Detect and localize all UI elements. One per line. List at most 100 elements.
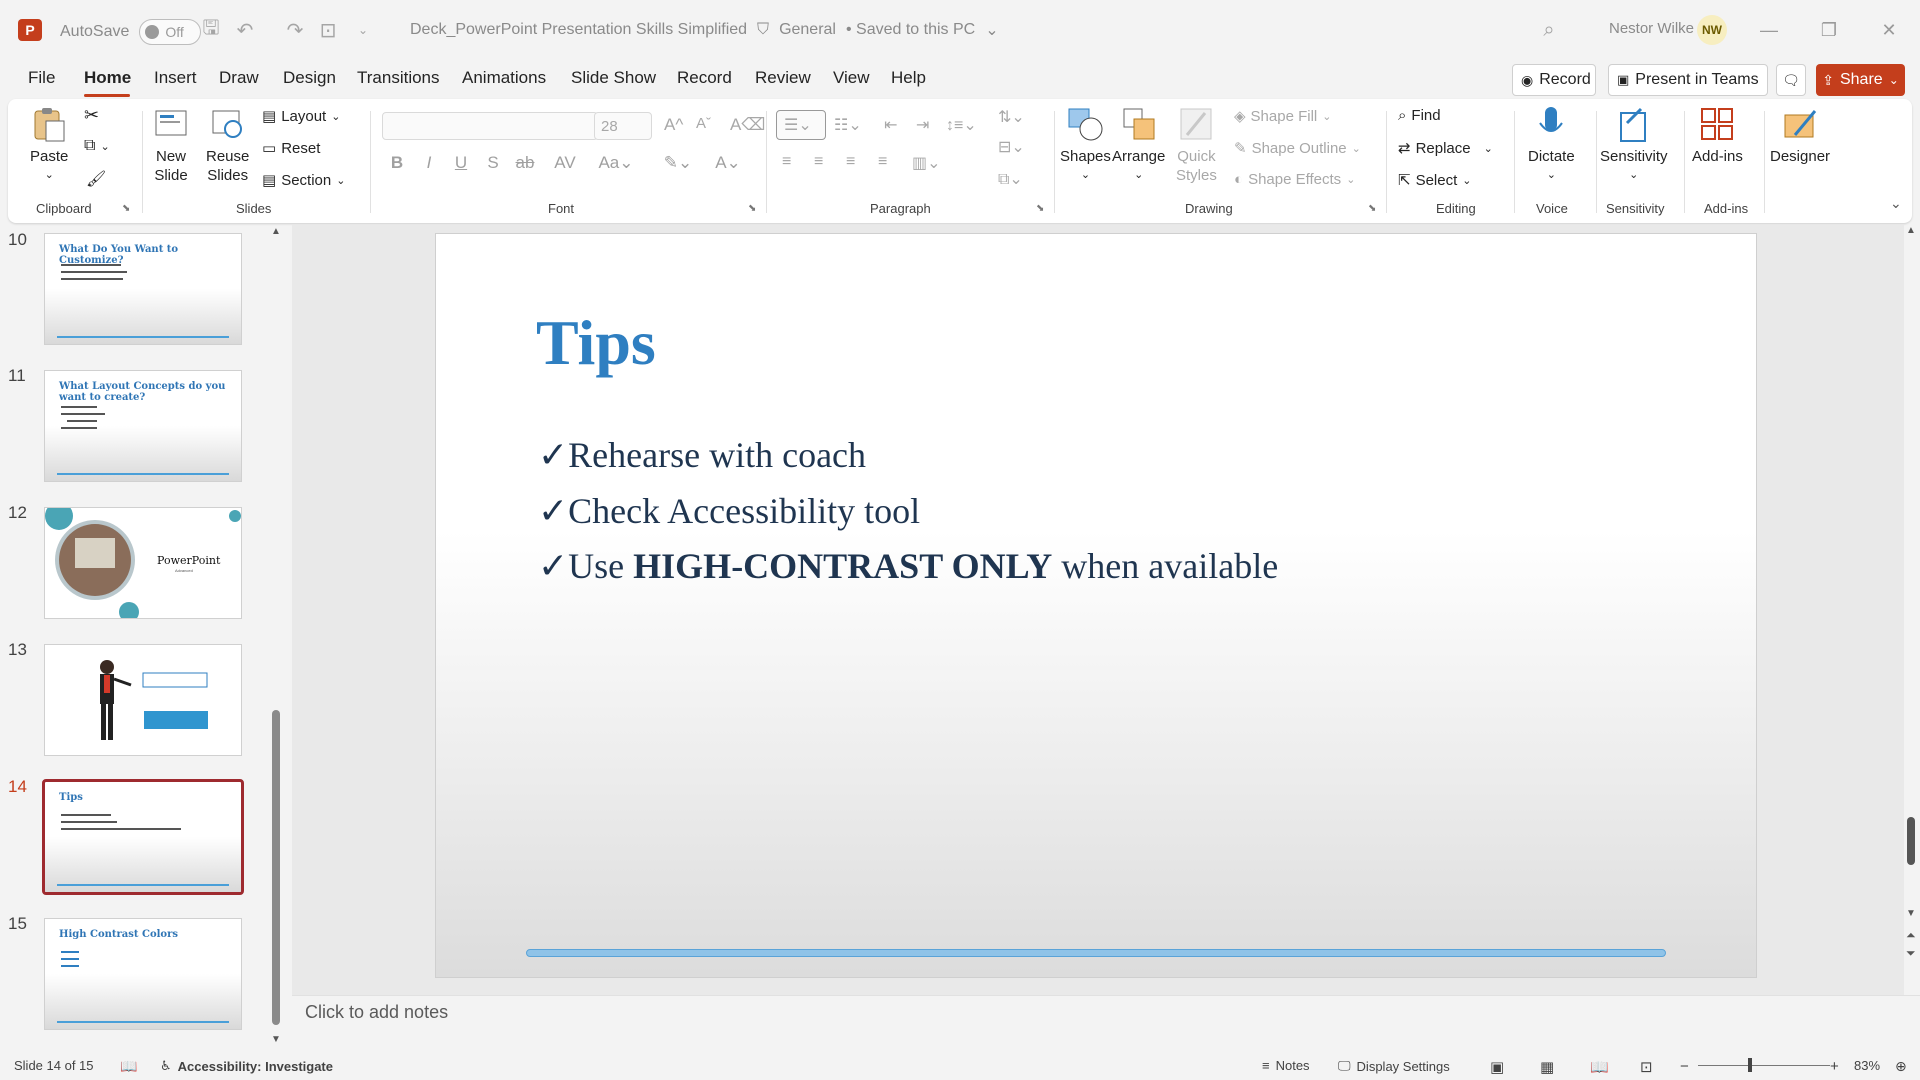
present-from-start-icon[interactable]: ⊡ (315, 17, 341, 43)
dialog-launcher-icon[interactable]: ⬊ (1036, 203, 1044, 214)
next-slide-icon[interactable]: ⏷ (1906, 946, 1916, 961)
tab-animations[interactable]: Animations (462, 68, 546, 88)
close-icon[interactable]: ✕ (1872, 14, 1906, 46)
record-button[interactable]: ◉ Record (1512, 64, 1596, 96)
decrease-font-icon[interactable]: Aˇ (696, 115, 711, 132)
bold-icon[interactable]: B (386, 153, 408, 173)
align-center-icon[interactable]: ≡ (814, 153, 823, 171)
shadow-icon[interactable]: S (482, 153, 504, 173)
shapes-button[interactable]: Shapes ⌄ (1060, 105, 1111, 185)
character-spacing-icon[interactable]: AV (548, 153, 582, 173)
slide-thumbnail-13[interactable] (44, 644, 242, 756)
replace-button[interactable]: ⇄ Replace ⌄ (1398, 139, 1493, 158)
slide-sorter-icon[interactable]: ▦ (1540, 1058, 1554, 1076)
tab-transitions[interactable]: Transitions (357, 68, 440, 88)
zoom-out-icon[interactable]: − (1680, 1058, 1689, 1075)
document-title[interactable]: Deck_PowerPoint Presentation Skills Simp… (410, 20, 999, 40)
zoom-slider[interactable] (1698, 1065, 1830, 1066)
select-button[interactable]: ⇱ Select ⌄ (1398, 171, 1472, 190)
align-right-icon[interactable]: ≡ (846, 153, 855, 171)
bullet-item[interactable]: ✓Rehearse with coach (538, 434, 866, 476)
tab-review[interactable]: Review (755, 68, 811, 88)
zoom-in-icon[interactable]: + (1830, 1058, 1839, 1075)
save-icon[interactable]: 🖫 (198, 17, 224, 43)
undo-icon[interactable]: ↶ (232, 17, 258, 43)
dialog-launcher-icon[interactable]: ⬊ (122, 203, 130, 214)
scroll-down-icon[interactable]: ▼ (1906, 908, 1916, 919)
normal-view-icon[interactable]: ▣ (1490, 1058, 1504, 1076)
minimize-icon[interactable]: — (1752, 14, 1786, 46)
section-button[interactable]: ▤ Section ⌄ (262, 171, 345, 190)
font-size-combo[interactable]: 28 (594, 112, 652, 140)
bullet-item[interactable]: ✓Use HIGH-CONTRAST ONLY when available (538, 545, 1278, 587)
text-direction-icon[interactable]: ⇅⌄ (998, 107, 1025, 127)
search-icon[interactable]: ⌕ (1536, 17, 1562, 43)
justify-icon[interactable]: ≡ (878, 153, 887, 171)
scrollbar-thumb[interactable] (1907, 817, 1915, 865)
restore-icon[interactable]: ❐ (1812, 14, 1846, 46)
tab-file[interactable]: File (28, 68, 55, 88)
highlight-color-icon[interactable]: ✎⌄ (658, 153, 698, 173)
columns-icon[interactable]: ▥⌄ (912, 153, 941, 173)
reuse-slides-button[interactable]: Reuse Slides (206, 105, 249, 185)
sensitivity-button[interactable]: Sensitivity ⌄ (1600, 105, 1668, 185)
paste-button[interactable]: Paste ⌄ (30, 105, 68, 185)
reset-button[interactable]: ▭ Reset (262, 139, 320, 158)
notes-toggle[interactable]: ≡ Notes (1262, 1058, 1310, 1073)
cut-icon[interactable]: ✂ (84, 105, 99, 126)
user-name[interactable]: Nestor Wilke (1609, 20, 1694, 37)
format-painter-icon[interactable]: 🖌 (86, 169, 106, 189)
tab-draw[interactable]: Draw (219, 68, 259, 88)
clear-formatting-icon[interactable]: A⌫ (730, 115, 765, 135)
spelling-icon[interactable]: 📖 (120, 1058, 137, 1075)
notes-pane[interactable]: Click to add notes (292, 995, 1920, 1050)
redo-icon[interactable]: ↷ (282, 17, 308, 43)
increase-indent-icon[interactable]: ⇥ (916, 115, 929, 135)
slide-title[interactable]: Tips (536, 306, 656, 380)
align-left-icon[interactable]: ≡ (782, 153, 791, 171)
previous-slide-icon[interactable]: ⏶ (1906, 928, 1916, 943)
designer-button[interactable]: Designer (1770, 105, 1830, 166)
dialog-launcher-icon[interactable]: ⬊ (1368, 203, 1376, 214)
tab-slide-show[interactable]: Slide Show (571, 68, 656, 88)
scroll-down-icon[interactable]: ▼ (271, 1034, 281, 1045)
tab-help[interactable]: Help (891, 68, 926, 88)
slide-thumbnail-10[interactable]: What Do You Want to Customize? (44, 233, 242, 345)
collapse-ribbon-icon[interactable]: ⌄ (1890, 195, 1902, 212)
change-case-icon[interactable]: Aa⌄ (596, 153, 636, 173)
display-settings-button[interactable]: 🖵 Display Settings (1338, 1058, 1450, 1074)
slide-thumbnail-15[interactable]: High Contrast Colors (44, 918, 242, 1030)
font-color-icon[interactable]: A⌄ (708, 153, 748, 173)
slide-scrollbar[interactable]: ▲ ▼ ⏶ ⏷ (1902, 225, 1920, 995)
line-spacing-icon[interactable]: ↕≡⌄ (946, 115, 977, 135)
arrange-button[interactable]: Arrange ⌄ (1112, 105, 1165, 185)
add-ins-button[interactable]: Add-ins (1692, 105, 1743, 166)
shape-effects-button[interactable]: ◐ Shape Effects ⌄ (1234, 171, 1355, 188)
dialog-launcher-icon[interactable]: ⬊ (748, 203, 756, 214)
slide-show-view-icon[interactable]: ⊡ (1640, 1058, 1653, 1076)
bullet-item[interactable]: ✓Check Accessibility tool (538, 490, 920, 532)
reading-view-icon[interactable]: 📖 (1590, 1058, 1609, 1076)
italic-icon[interactable]: I (418, 153, 440, 173)
customize-toolbar-icon[interactable]: ⌄ (350, 17, 376, 43)
comments-button[interactable]: 🗨 (1776, 64, 1806, 96)
find-button[interactable]: ⌕ Find (1398, 107, 1441, 124)
smartart-icon[interactable]: ⧉⌄ (998, 169, 1023, 189)
new-slide-button[interactable]: New Slide (152, 105, 190, 185)
slide-thumbnail-14[interactable]: Tips (42, 779, 244, 895)
tab-view[interactable]: View (833, 68, 870, 88)
increase-font-icon[interactable]: A^ (664, 115, 683, 135)
strikethrough-icon[interactable]: ab (514, 153, 536, 173)
scroll-up-icon[interactable]: ▲ (271, 226, 281, 237)
quick-styles-button[interactable]: Quick Styles (1176, 105, 1217, 185)
underline-icon[interactable]: U (450, 153, 472, 173)
share-button[interactable]: ⇪ Share ⌄ (1816, 64, 1905, 96)
slide-thumbnail-12[interactable]: PowerPoint Advanced (44, 507, 242, 619)
align-text-icon[interactable]: ⊟⌄ (998, 137, 1025, 157)
zoom-level[interactable]: 83% (1854, 1058, 1880, 1073)
accessibility-status[interactable]: ♿ Accessibility: Investigate (160, 1058, 333, 1074)
shape-outline-button[interactable]: ✎ Shape Outline ⌄ (1234, 139, 1361, 158)
tab-insert[interactable]: Insert (154, 68, 197, 88)
current-slide[interactable]: Tips ✓Rehearse with coach ✓Check Accessi… (435, 233, 1757, 978)
autosave-toggle[interactable]: Off (139, 19, 202, 45)
